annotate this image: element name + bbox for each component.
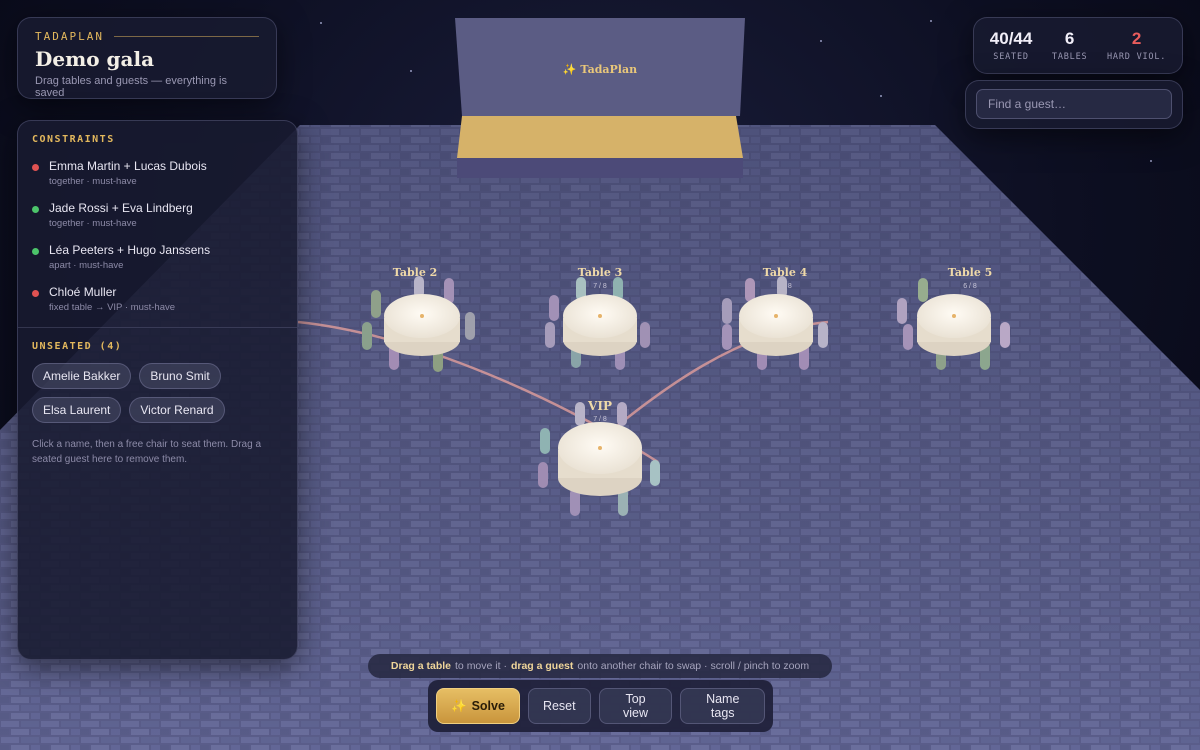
toolbar: ✨ Solve Reset Top view Name tags	[428, 680, 773, 732]
table-vip-label: VIP	[587, 399, 612, 413]
status-dot	[32, 248, 39, 255]
brand-divider	[113, 36, 259, 37]
constraint-item[interactable]: Emma Martin + Lucas Dubois together · mu…	[32, 159, 283, 187]
event-subtitle: Drag tables and guests — everything is s…	[35, 75, 227, 99]
search-panel	[965, 80, 1183, 129]
stats-panel: 40/44 SEATED 6 TABLES 2 HARD VIOL.	[973, 17, 1183, 74]
guest-search-input[interactable]	[976, 89, 1172, 119]
constraint-names: Emma Martin + Lucas Dubois	[49, 159, 207, 173]
violations-label: HARD VIOL.	[1107, 52, 1167, 62]
violations-value: 2	[1131, 29, 1142, 48]
brand-name: TADAPLAN	[35, 30, 104, 43]
solve-label: Solve	[471, 699, 505, 713]
seated-value: 40/44	[989, 29, 1033, 48]
constraint-detail: together · must-have	[49, 176, 137, 187]
help-drag-table: Drag a table	[390, 660, 452, 672]
help-drag-guest-text: onto another chair to swap · scroll / pi…	[577, 660, 810, 672]
constraints-title: CONSTRAINTS	[32, 134, 115, 145]
constraint-names: Chloé Muller	[49, 285, 117, 299]
unseated-section[interactable]: UNSEATED (4) Amelie Bakker Bruno Smit El…	[18, 328, 297, 480]
guest-chip[interactable]: Victor Renard	[129, 397, 225, 423]
table-5-label: Table 5	[948, 266, 993, 279]
tables-label: TABLES	[1051, 52, 1088, 62]
status-dot	[32, 290, 39, 297]
stage-label: ✨ TadaPlan	[563, 63, 637, 76]
tables-value: 6	[1064, 29, 1075, 48]
seated-label: SEATED	[993, 52, 1029, 62]
constraints-section: CONSTRAINTS Emma Martin + Lucas Dubois t…	[18, 121, 297, 313]
event-title: Demo gala	[35, 47, 155, 71]
reset-button[interactable]: Reset	[527, 688, 591, 724]
constraint-detail: fixed table → VIP · must-have	[49, 302, 176, 313]
table-3-count: 7 / 8	[593, 283, 607, 290]
guest-chip[interactable]: Bruno Smit	[139, 363, 221, 389]
unseated-chips: Amelie Bakker Bruno Smit Elsa Laurent Vi…	[32, 363, 272, 423]
constraint-item[interactable]: Jade Rossi + Eva Lindberg together · mus…	[32, 201, 283, 229]
side-panel: CONSTRAINTS Emma Martin + Lucas Dubois t…	[17, 120, 298, 660]
status-dot	[32, 164, 39, 171]
table-2-label: Table 2	[393, 266, 438, 279]
stat-tables: 6 TABLES	[1052, 29, 1088, 62]
status-dot	[32, 206, 39, 213]
help-drag-table-text: to move it ·	[455, 660, 507, 672]
guest-chip[interactable]: Amelie Bakker	[32, 363, 132, 389]
help-bar: Drag a table to move it · drag a guest o…	[368, 654, 832, 678]
unseated-title: UNSEATED (4)	[32, 341, 123, 352]
table-3-label: Table 3	[578, 266, 623, 279]
solve-button[interactable]: ✨ Solve	[436, 688, 520, 724]
unseated-hint: Click a name, then a free chair to seat …	[32, 439, 261, 465]
constraint-item[interactable]: Léa Peeters + Hugo Janssens apart · must…	[32, 243, 283, 271]
guest-chip[interactable]: Elsa Laurent	[32, 397, 122, 423]
constraint-names: Léa Peeters + Hugo Janssens	[49, 243, 211, 257]
help-drag-guest: drag a guest	[510, 660, 574, 672]
name-tags-button[interactable]: Name tags	[680, 688, 765, 724]
table-4-label: Table 4	[763, 266, 808, 279]
top-view-button[interactable]: Top view	[598, 688, 673, 724]
stat-violations: 2 HARD VIOL.	[1107, 29, 1166, 62]
table-5-count: 6 / 8	[963, 283, 977, 290]
constraint-detail: apart · must-have	[49, 260, 124, 271]
constraint-names: Jade Rossi + Eva Lindberg	[49, 201, 193, 215]
constraint-item[interactable]: Chloé Muller fixed table → VIP · must-ha…	[32, 285, 283, 313]
stat-seated: 40/44 SEATED	[990, 29, 1033, 62]
sparkle-icon: ✨	[451, 698, 467, 713]
constraint-detail: together · must-have	[49, 218, 137, 229]
table-vip-count: 7 / 8	[593, 416, 607, 423]
brand-panel: TADAPLAN Demo gala Drag tables and guest…	[17, 17, 277, 99]
stage: ✨ TadaPlan	[455, 18, 745, 178]
